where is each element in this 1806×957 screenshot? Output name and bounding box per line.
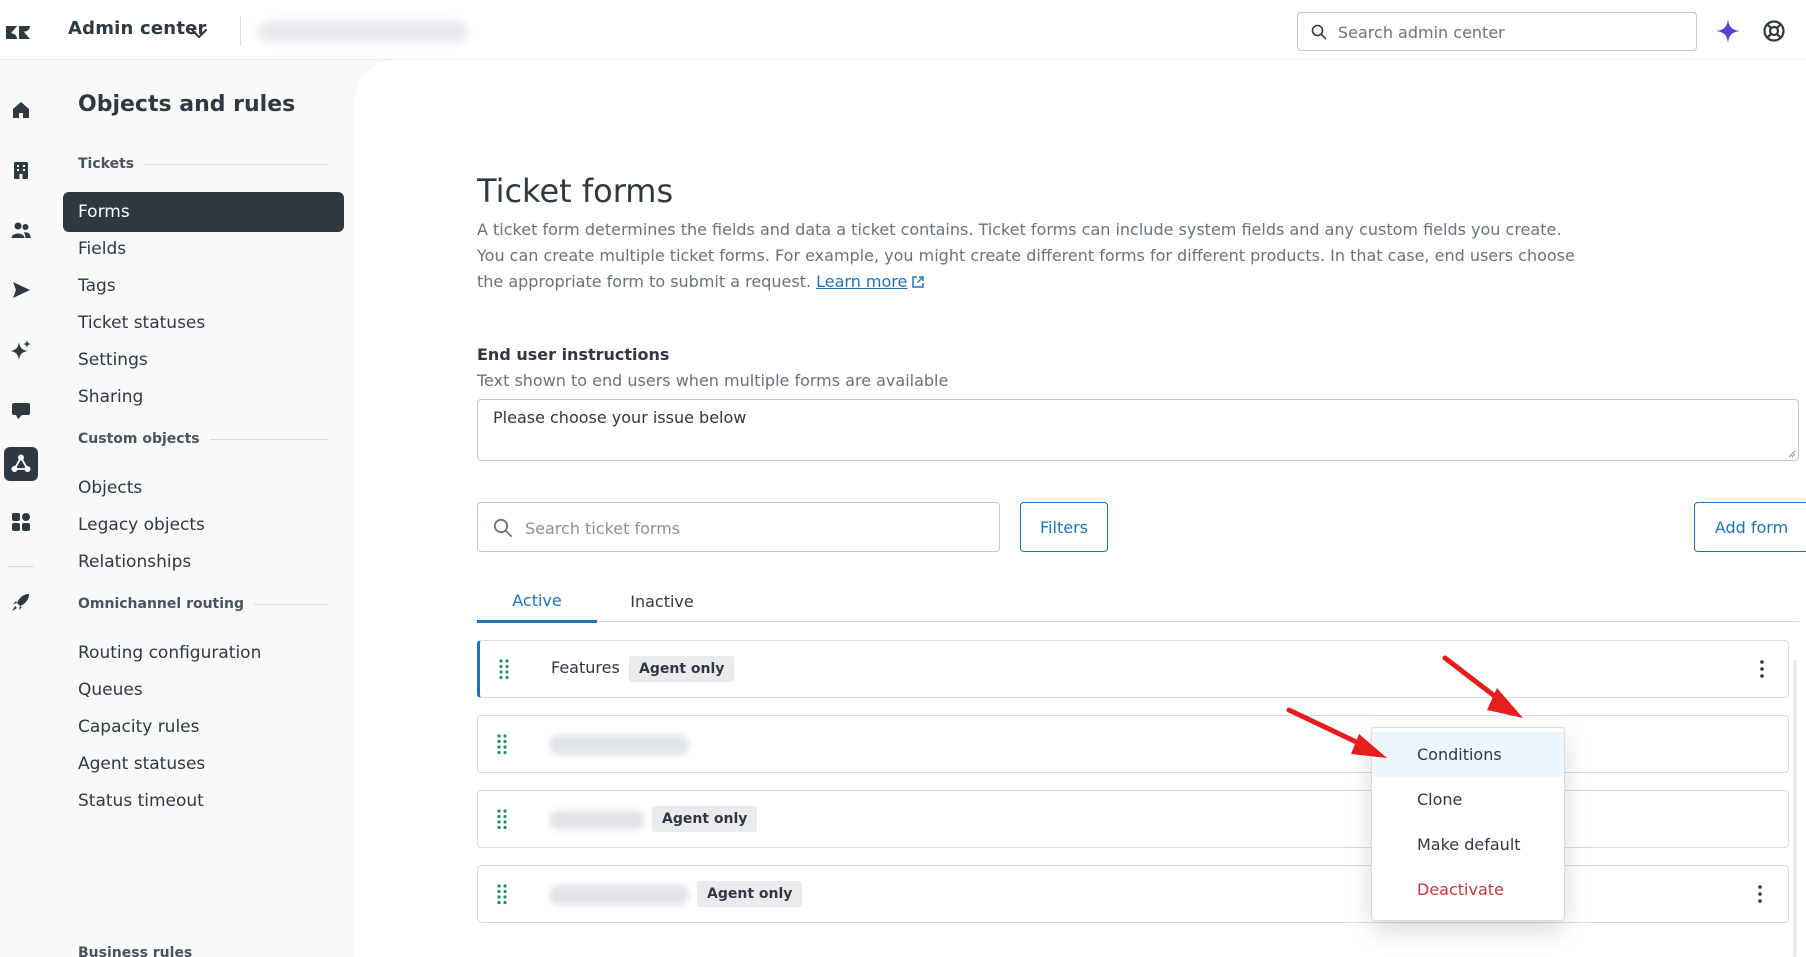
agent-only-badge: Agent only [697,881,803,907]
ticket-form-row[interactable]: Agent only [477,865,1789,923]
nav-item-queues[interactable]: Queues [63,670,344,710]
filters-button[interactable]: Filters [1020,502,1108,552]
nav-group-tickets: Tickets [78,156,328,172]
rail-apps[interactable] [4,505,38,539]
menu-item-make-default[interactable]: Make default [1372,822,1564,867]
nav-group-custom-objects: Custom objects [78,431,328,447]
nav-item-relationships[interactable]: Relationships [63,542,344,582]
account-name-redacted [258,20,468,42]
nav-item-forms[interactable]: Forms [63,192,344,232]
building-icon [14,162,28,179]
form-name-redacted[interactable] [549,885,689,905]
nav-item-agent-statuses[interactable]: Agent statuses [63,744,344,784]
nav-item-objects[interactable]: Objects [63,468,344,508]
objects-icon [11,454,31,472]
menu-item-deactivate[interactable]: Deactivate [1372,867,1564,912]
admin-search-input[interactable] [1338,20,1678,44]
form-name-redacted[interactable] [549,735,689,755]
tab-inactive[interactable]: Inactive [602,580,722,622]
nav-group-omnichannel-routing: Omnichannel routing [78,596,328,612]
annotation-arrow-icon [1442,655,1523,718]
page-title: Ticket forms [477,172,674,210]
search-icon [1311,24,1327,40]
drag-handle-icon[interactable] [496,808,508,830]
form-options-button[interactable] [1750,882,1770,906]
page-description: A ticket form determines the fields and … [477,220,1575,291]
people-icon [11,222,31,238]
drag-handle-icon[interactable] [496,733,508,755]
nav-item-legacy-objects[interactable]: Legacy objects [63,505,344,545]
learn-more-link[interactable]: Learn more [816,272,907,291]
external-link-icon [912,276,925,288]
rail-home[interactable] [4,93,38,127]
more-vertical-icon [1758,885,1762,903]
menu-item-clone[interactable]: Clone [1372,777,1564,822]
admin-search[interactable] [1297,12,1697,51]
nav-item-settings[interactable]: Settings [63,340,344,380]
rail-account[interactable] [4,153,38,187]
end-user-instructions-hint: Text shown to end users when multiple fo… [477,371,949,390]
ai-assistant-sparkle-icon[interactable] [1715,18,1741,44]
zendesk-logo-icon[interactable] [4,17,32,45]
rocket-icon [12,594,29,611]
ticket-form-row[interactable]: Features Agent only [477,640,1789,698]
rail-workspaces[interactable] [4,393,38,427]
rail-objects-rules[interactable] [4,447,38,481]
rail-people[interactable] [4,213,38,247]
agent-only-badge: Agent only [629,656,735,682]
drag-handle-icon[interactable] [498,658,510,680]
form-options-button[interactable] [1752,657,1772,681]
rail-divider [8,566,34,567]
ticket-forms-search[interactable] [477,502,1000,552]
chat-icon [12,403,30,419]
tab-active[interactable]: Active [477,580,597,623]
agent-only-badge: Agent only [652,806,758,832]
divider [240,16,241,46]
product-rail [0,60,52,957]
menu-item-conditions[interactable]: Conditions [1372,732,1564,777]
rail-getting-started[interactable] [4,585,38,619]
forms-tabs: Active Inactive [477,580,1799,623]
annotation-arrow-icon [1286,707,1387,758]
ticket-forms-search-input[interactable] [525,516,965,540]
help-lifebuoy-icon[interactable] [1762,19,1786,43]
ticket-form-row[interactable] [477,715,1789,773]
main-content: Ticket forms A ticket form determines th… [355,60,1806,957]
end-user-instructions-label: End user instructions [477,345,670,364]
objects-rules-nav: Objects and rules Tickets Forms Fields T… [52,60,355,957]
nav-item-fields[interactable]: Fields [63,229,344,269]
apps-icon [12,513,30,531]
list-scrollbar[interactable] [1793,660,1797,957]
nav-item-status-timeout[interactable]: Status timeout [63,781,344,821]
form-name[interactable]: Features [551,658,620,677]
form-name-redacted[interactable] [549,810,645,830]
nav-title: Objects and rules [78,92,296,117]
nav-item-sharing[interactable]: Sharing [63,377,344,417]
nav-item-capacity-rules[interactable]: Capacity rules [63,707,344,747]
nav-group-business-rules: Business rules [78,945,193,957]
top-bar: Admin center [0,0,1806,60]
search-icon [493,518,512,537]
nav-item-tags[interactable]: Tags [63,266,344,306]
more-vertical-icon [1760,660,1764,678]
product-switcher-label[interactable]: Admin center [68,18,207,39]
ticket-form-row[interactable]: Agent only [477,790,1789,848]
send-icon [13,282,30,298]
add-form-button[interactable]: Add form [1694,502,1806,552]
home-icon [13,102,29,118]
nav-item-routing-configuration[interactable]: Routing configuration [63,633,344,673]
nav-item-ticket-statuses[interactable]: Ticket statuses [63,303,344,343]
end-user-instructions-textarea[interactable]: Please choose your issue below [477,399,1799,461]
chevron-down-icon[interactable] [188,22,210,44]
rail-ai[interactable] [4,333,38,367]
rail-channels[interactable] [4,273,38,307]
form-options-menu: Conditions Clone Make default Deactivate [1371,727,1565,921]
drag-handle-icon[interactable] [496,883,508,905]
resize-grip-icon[interactable] [1788,450,1796,458]
sparkle-icon [10,340,31,360]
